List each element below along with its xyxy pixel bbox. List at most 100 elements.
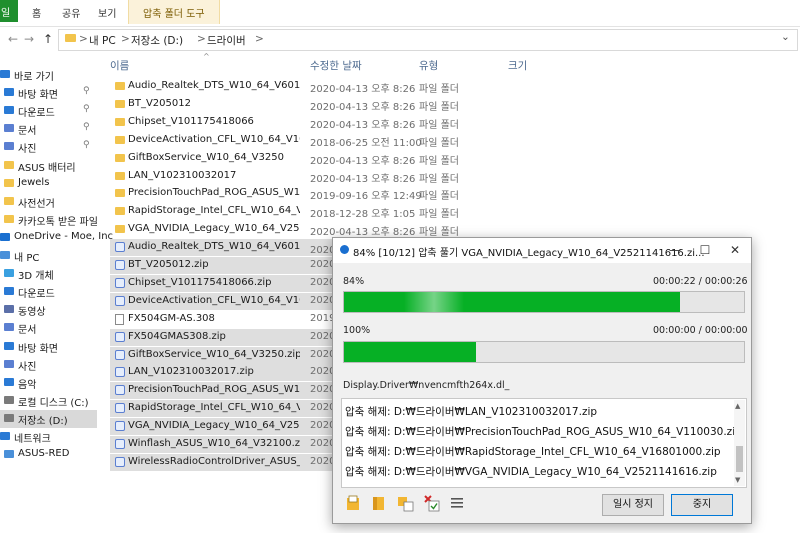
minimize-button[interactable]: — [660,241,690,259]
open-folder-icon[interactable] [345,494,361,512]
stop-button[interactable]: 중지 [671,494,733,516]
sidebar-item[interactable]: 음악 [0,374,97,392]
file-name: GiftBoxService_W10_64_V3250 [128,151,284,163]
menu-icon[interactable] [449,494,465,512]
sidebar-item[interactable]: 문서 [0,319,97,337]
address-box[interactable]: > 내 PC > 저장소 (D:) > 드라이버 > ⌄ [58,29,798,51]
extraction-log[interactable]: 압축 해제: D:₩드라이버₩LAN_V102310032017.zip 압축 … [341,398,747,488]
scroll-up-icon[interactable]: ▲ [735,402,740,410]
sort-caret-icon: ^ [203,52,210,61]
sidebar-item-label: 3D 개체 [18,271,54,283]
download-icon [4,287,14,296]
file-name: Chipset_V101175418066.zip [128,276,272,288]
sidebar-item-label: 다운로드 [18,108,55,120]
close-button[interactable]: ✕ [720,241,750,259]
pictures-icon [4,142,14,151]
download-icon [4,106,14,115]
current-file-label: Display.Driver₩nvencmfth264x.dl_ [343,380,510,391]
file-name: WirelessRadioControlDriver_ASUS_W10_... [128,455,300,467]
sidebar-item[interactable]: 로컬 디스크 (C:) [0,392,97,410]
file-name: DeviceActivation_CFL_W10_64_V1050.zip [128,294,300,306]
sidebar-item[interactable]: 동영상 [0,301,97,319]
file-date: 2018-06-25 오전 11:00 [310,137,422,149]
sidebar-item[interactable]: 사전선거 [0,193,97,211]
sidebar-item[interactable]: 저장소 (D:) [0,409,97,428]
forward-button[interactable]: → [24,32,34,46]
cube-icon [4,269,14,278]
drive-icon [4,413,14,422]
folder-icon [115,82,125,90]
file-row[interactable]: GiftBoxService_W10_64_V3250 2020-04-13 오후… [110,150,570,167]
sidebar-item[interactable]: 다운로드 ⚲ [0,102,97,120]
sidebar-item[interactable]: 바로 가기 [0,66,97,84]
delete-checked-icon[interactable] [423,494,440,512]
file-progress-percent: 100% [343,325,371,336]
file-row[interactable]: Chipset_V101175418066 2020-04-13 오후 8:26 파… [110,114,570,131]
tab-view[interactable]: 보기 [98,5,116,20]
tab-file[interactable]: 일 [0,0,18,22]
video-icon [4,305,14,314]
sidebar-item[interactable]: 문서 ⚲ [0,120,97,138]
sidebar-item[interactable]: 다운로드 [0,283,97,301]
folder-icon [115,225,125,234]
column-header-size[interactable]: 크기 [508,58,527,73]
sidebar-item-label: ASUS-RED [18,448,70,460]
total-progress-time: 00:00:22 / 00:00:26 [653,276,748,287]
breadcrumb-drive-d[interactable]: 저장소 (D:) [131,33,183,48]
maximize-button[interactable]: ☐ [690,241,720,259]
file-row[interactable]: Audio_Realtek_DTS_W10_64_V6018591 2020-04… [110,78,570,95]
log-scrollbar[interactable]: ▲ ▼ [734,400,745,486]
back-button[interactable]: ← [8,32,18,46]
file-name: VGA_NVIDIA_Legacy_W10_64_V2521141... [128,223,300,235]
file-row[interactable]: BT_V205012 2020-04-13 오후 8:26 파일 폴더 [110,96,570,113]
tab-compressed-folder-tools[interactable]: 압축 폴더 도구 [128,0,220,24]
sidebar-item[interactable]: 바탕 화면 ⚲ [0,84,97,102]
file-date: 2020-04-13 오후 8:26 [310,84,416,95]
file-row[interactable]: LAN_V102310032017 2020-04-13 오후 8:26 파일 폴더 [110,168,570,185]
file-type: 파일 폴더 [419,137,459,149]
sidebar-item-label: 바로 가기 [14,72,54,83]
scroll-thumb[interactable] [736,446,743,472]
file-name: Audio_Realtek_DTS_W10_64_V6018591 [128,80,300,91]
file-row[interactable]: VGA_NVIDIA_Legacy_W10_64_V2521141... 2020… [110,221,570,238]
sidebar-item[interactable]: 사진 ⚲ [0,138,97,156]
sidebar-item[interactable]: 3D 개체 [0,265,97,283]
file-row[interactable]: PrecisionTouchPad_ROG_ASUS_W10_64... 2019… [110,185,570,202]
column-header-type[interactable]: 유형 [419,58,438,73]
sidebar-item[interactable]: 사진 [0,356,97,374]
sidebar-item[interactable]: 카카오톡 받은 파일 [0,211,98,229]
file-name: PrecisionTouchPad_ROG_ASUS_W10_64... [128,384,300,396]
file-type: 파일 폴더 [419,209,459,221]
breadcrumb-my-pc[interactable]: 내 PC [89,33,116,48]
up-button[interactable]: ↑ [43,32,53,46]
file-type: 파일 폴더 [419,119,459,131]
sidebar-item[interactable]: ASUS-RED [0,446,97,464]
sidebar-item[interactable]: 내 PC [0,247,97,265]
file-date: 2020-04-13 오후 8:26 [310,101,416,113]
column-header-date[interactable]: 수정한 날짜 [310,58,362,73]
tab-home[interactable]: 홈 [32,5,41,20]
sidebar-item[interactable]: OneDrive - Moe, Inc [0,229,113,247]
breadcrumb-separator: > [121,33,130,45]
folder-icon [115,153,125,162]
breadcrumb-drivers[interactable]: 드라이버 [207,33,246,48]
pin-icon: ⚲ [83,86,90,97]
folder-icon[interactable] [371,494,387,512]
file-type: 파일 폴더 [419,227,459,239]
file-row[interactable]: DeviceActivation_CFL_W10_64_V1050 2018-06… [110,132,570,149]
sidebar-item[interactable]: ASUS 배터리 [0,157,97,175]
folder-icon [4,196,14,205]
column-header-name[interactable]: 이름 [110,58,129,73]
scroll-down-icon[interactable]: ▼ [735,476,740,484]
address-dropdown-button[interactable]: ⌄ [781,31,790,43]
sidebar-item[interactable]: Jewels [0,175,97,193]
pause-button[interactable]: 일시 정지 [602,494,664,516]
copy-icon[interactable] [397,494,414,512]
dialog-title-bar[interactable]: 84% [10/12] 압축 풀기 VGA_NVIDIA_Legacy_W10_… [333,238,751,263]
log-line: 압축 해제: D:₩드라이버₩RapidStorage_Intel_CFL_W1… [345,446,721,458]
sidebar-item[interactable]: 바탕 화면 [0,338,97,356]
file-row[interactable]: RapidStorage_Intel_CFL_W10_64_V16801... 2… [110,203,570,220]
tab-share[interactable]: 공유 [62,5,80,20]
sidebar-item-label: 사진 [18,361,37,373]
sidebar-item[interactable]: 네트워크 [0,428,97,446]
